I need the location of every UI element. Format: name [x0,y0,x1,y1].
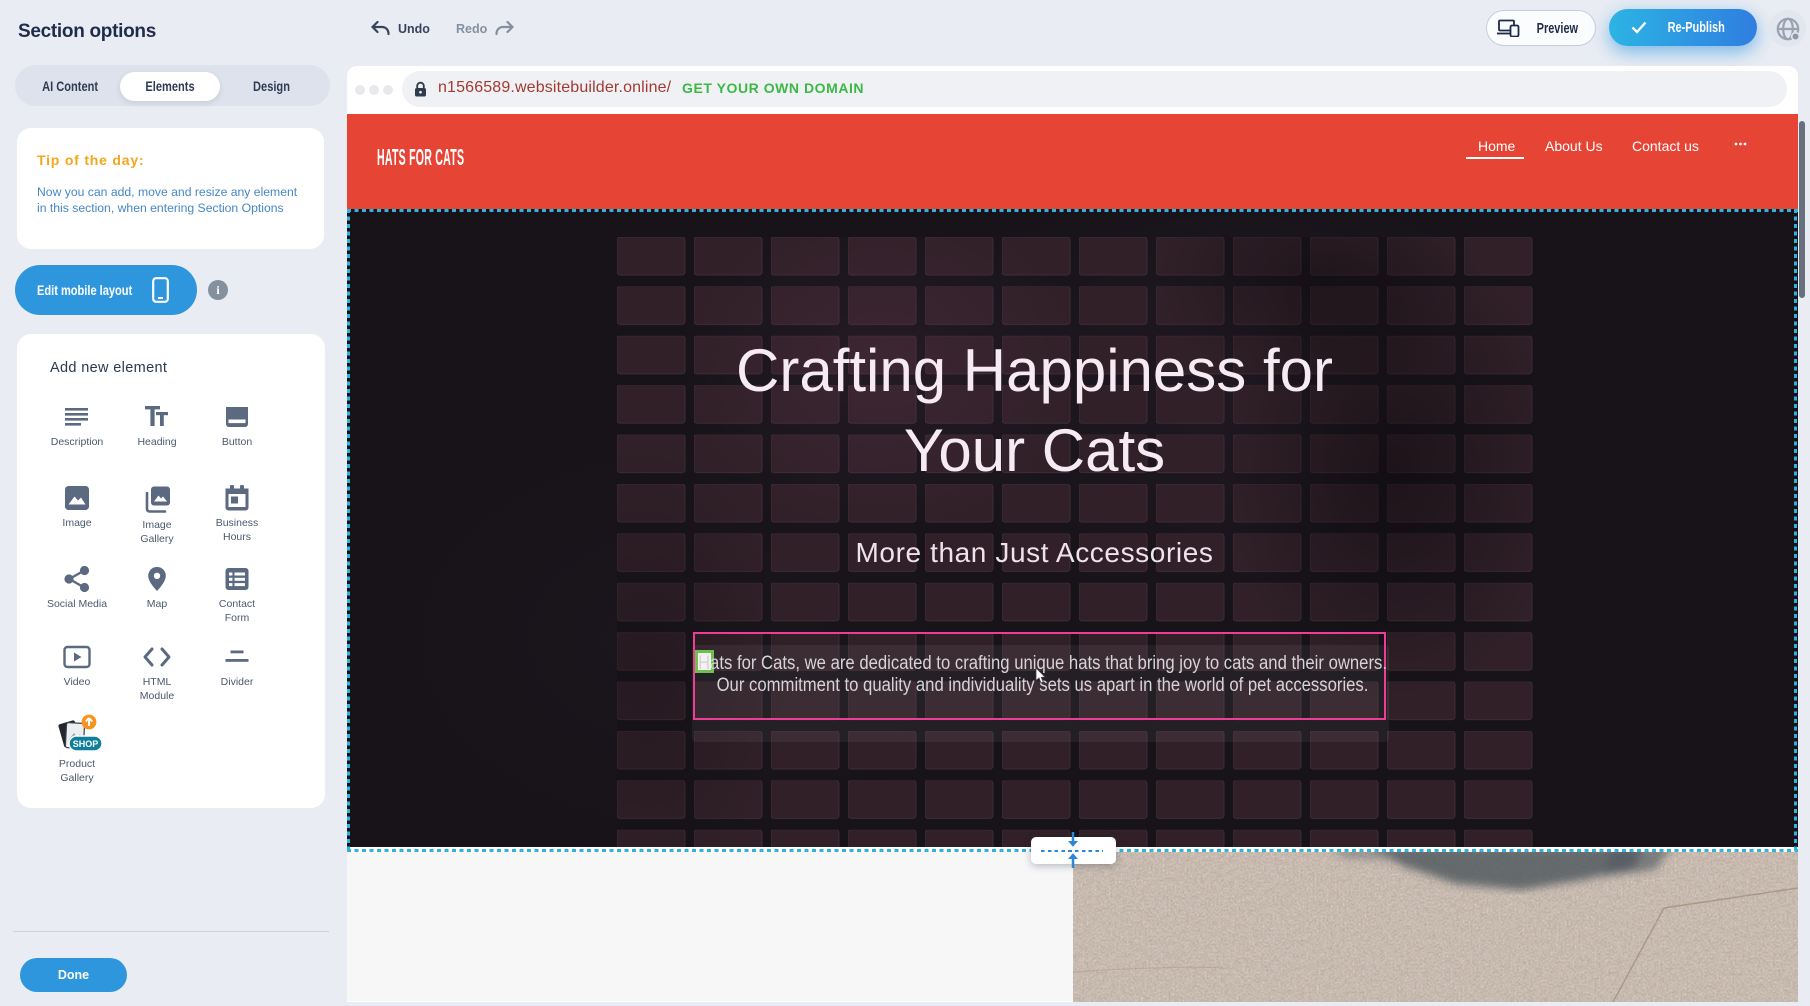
svg-text:SHOP: SHOP [73,739,99,749]
